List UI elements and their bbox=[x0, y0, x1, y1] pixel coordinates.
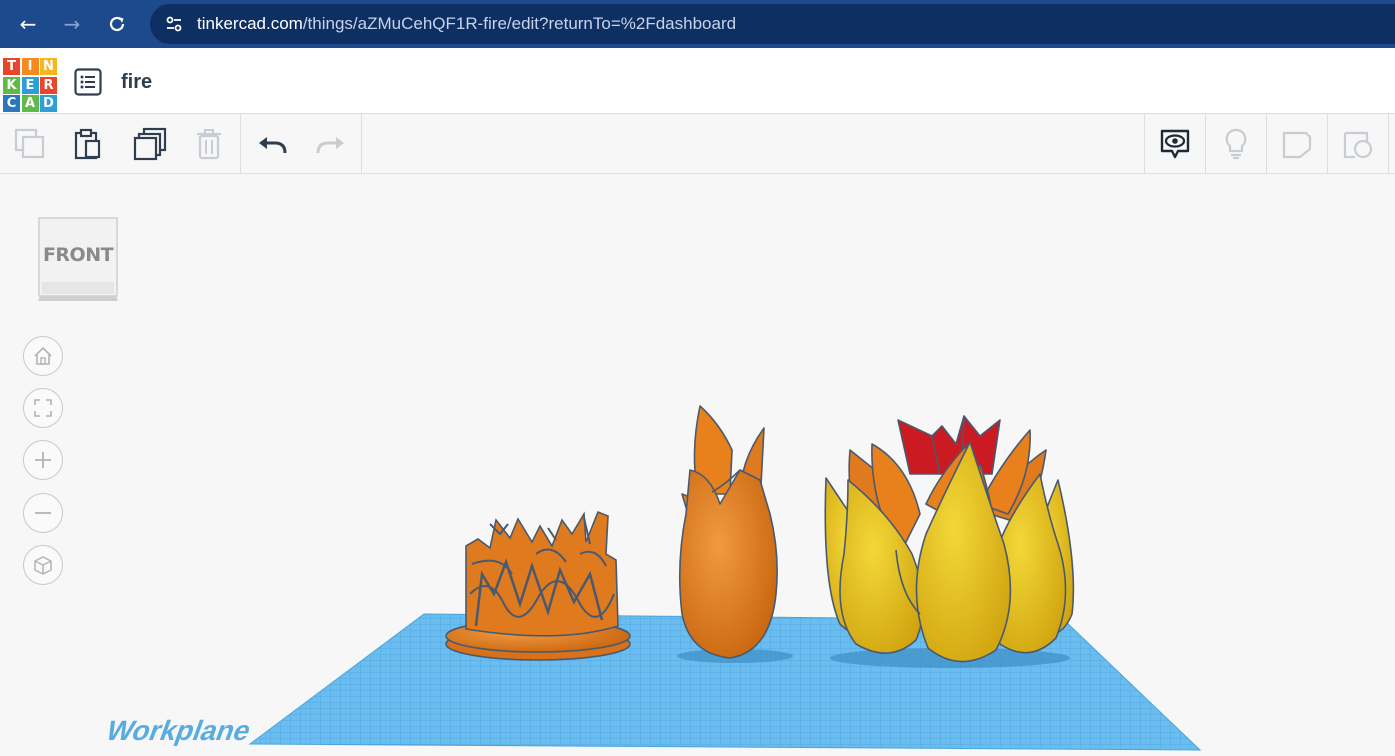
redo-button[interactable] bbox=[309, 122, 353, 166]
workplane-label: Workplane bbox=[102, 716, 256, 747]
toolbar-separator bbox=[1327, 114, 1328, 173]
home-view-button[interactable] bbox=[23, 336, 63, 376]
logo-letter: I bbox=[21, 58, 39, 75]
logo-letter: E bbox=[21, 76, 39, 94]
forward-button[interactable]: → bbox=[58, 10, 86, 38]
delete-icon bbox=[197, 129, 221, 160]
toolbar-separator bbox=[361, 114, 362, 173]
3d-viewport[interactable]: Workplane FRONT bbox=[0, 174, 1395, 756]
logo-letter: T bbox=[3, 58, 20, 75]
perspective-icon bbox=[34, 556, 52, 575]
tinkercad-logo[interactable]: TIN KER CAD bbox=[3, 58, 57, 112]
home-view-icon bbox=[34, 346, 52, 365]
undo-button[interactable] bbox=[250, 122, 294, 166]
hint-button[interactable] bbox=[1214, 122, 1258, 166]
fire-ring-object[interactable] bbox=[445, 510, 631, 661]
logo-letter: N bbox=[40, 58, 57, 75]
edit-toolbar bbox=[0, 114, 1395, 174]
duplicate-button[interactable] bbox=[128, 122, 172, 166]
view-cube-front-label: FRONT bbox=[42, 244, 114, 266]
view-toggle-icon bbox=[1160, 129, 1190, 159]
logo-letter: C bbox=[3, 95, 20, 112]
perspective-button[interactable] bbox=[23, 545, 63, 585]
show-all-button[interactable] bbox=[1153, 122, 1197, 166]
zoom-out-icon bbox=[35, 512, 51, 514]
toolbar-separator bbox=[1205, 114, 1206, 173]
toolbar-separator bbox=[1388, 114, 1389, 173]
logo-letter: D bbox=[40, 95, 57, 112]
ruler-button[interactable] bbox=[1336, 122, 1380, 166]
arrow-right-icon: → bbox=[63, 12, 81, 36]
bulb-icon bbox=[1225, 128, 1247, 160]
copy-button[interactable] bbox=[8, 122, 52, 166]
notes-button[interactable] bbox=[1275, 122, 1319, 166]
delete-button[interactable] bbox=[187, 122, 231, 166]
paste-icon bbox=[74, 128, 101, 160]
redo-icon bbox=[316, 137, 344, 154]
scene-canvas[interactable]: Workplane bbox=[0, 174, 1395, 756]
toolbar-separator bbox=[1144, 114, 1145, 173]
project-name[interactable]: fire bbox=[121, 71, 152, 94]
app-header: TIN KER CAD fire bbox=[0, 48, 1395, 114]
toolbar-separator bbox=[240, 114, 241, 173]
url-text: tinkercad.com/things/aZMuCehQF1R-fire/ed… bbox=[197, 14, 736, 34]
undo-icon bbox=[259, 137, 287, 154]
view-cube[interactable]: FRONT bbox=[36, 216, 120, 304]
arrow-left-icon: ← bbox=[19, 12, 37, 36]
flame-cluster-object[interactable] bbox=[824, 415, 1075, 663]
fit-all-icon bbox=[34, 399, 52, 417]
reload-icon bbox=[109, 16, 125, 32]
reload-button[interactable] bbox=[103, 10, 131, 38]
zoom-in-button[interactable] bbox=[23, 440, 63, 480]
copy-icon bbox=[14, 128, 45, 159]
back-button[interactable]: ← bbox=[14, 10, 42, 38]
url-host: tinkercad.com bbox=[197, 14, 303, 33]
site-settings-icon[interactable] bbox=[164, 14, 184, 34]
paste-button[interactable] bbox=[66, 122, 110, 166]
logo-letter: A bbox=[21, 95, 39, 112]
address-bar[interactable]: tinkercad.com/things/aZMuCehQF1R-fire/ed… bbox=[150, 4, 1395, 44]
logo-letter: R bbox=[40, 76, 57, 94]
fit-all-button[interactable] bbox=[23, 388, 63, 428]
logo-letter: K bbox=[3, 76, 20, 94]
design-list-icon[interactable] bbox=[74, 68, 102, 96]
url-path: /things/aZMuCehQF1R-fire/edit?returnTo=%… bbox=[302, 14, 737, 33]
ruler-icon bbox=[1343, 131, 1373, 159]
flame-middle-object[interactable] bbox=[678, 405, 778, 659]
duplicate-icon bbox=[133, 127, 167, 161]
zoom-out-button[interactable] bbox=[23, 493, 63, 533]
browser-bar: ← → tinkercad.com/things/aZMuCehQF1R-fir… bbox=[0, 0, 1395, 48]
note-icon bbox=[1282, 131, 1312, 159]
toolbar-separator bbox=[1266, 114, 1267, 173]
zoom-in-icon bbox=[35, 452, 51, 468]
